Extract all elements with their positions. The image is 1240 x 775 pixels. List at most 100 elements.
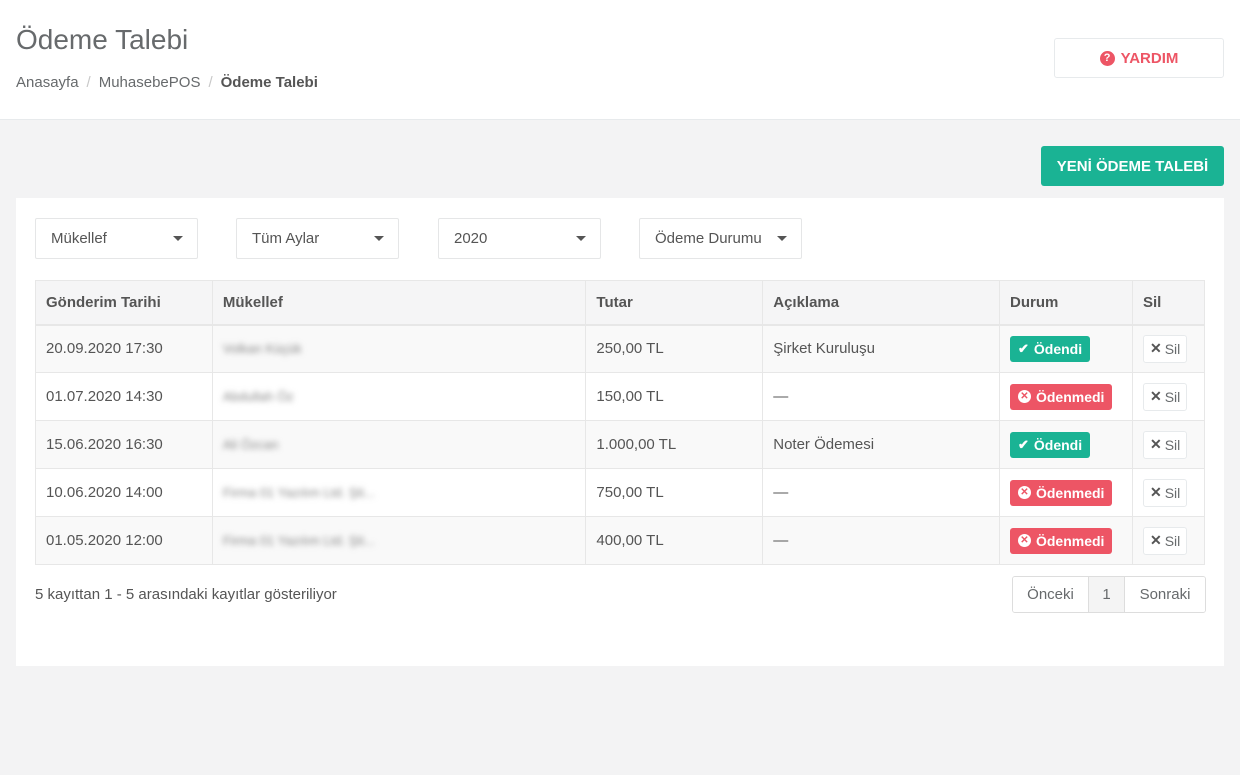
cell-status: ✔ Ödendi	[998, 324, 1133, 373]
caret-down-icon	[374, 236, 384, 241]
cell-delete: ✕ Sil	[1131, 516, 1206, 565]
cell-payer: Abdullah Öz	[211, 372, 587, 421]
delete-button[interactable]: ✕ Sil	[1142, 478, 1188, 507]
table-row: 15.06.2020 16:30 Ali Özcan 1.000,00 TL Note…	[35, 420, 1206, 469]
status-badge-label: Ödenmedi	[1035, 484, 1105, 501]
close-icon: ✕	[1149, 436, 1162, 452]
table-info-text: 5 kayıttan 1 - 5 arasındaki kayıtlar gös…	[35, 586, 337, 603]
filter-status-dropdown[interactable]: Ödeme Durumu	[639, 218, 802, 259]
delete-button-label: Sil	[1164, 532, 1181, 549]
payer-name: Firma 01 Yazılım Ltd. Şti...	[222, 485, 375, 500]
delete-button[interactable]: ✕ Sil	[1142, 382, 1188, 411]
delete-button[interactable]: ✕ Sil	[1142, 334, 1188, 363]
status-badge: ✕ Ödenmedi	[1009, 527, 1113, 554]
table-row: 01.05.2020 12:00 Firma 01 Yazılım Ltd. Şt…	[35, 516, 1206, 565]
status-badge: ✕ Ödenmedi	[1009, 479, 1113, 506]
page-header: Ödeme Talebi Anasayfa / MuhasebePOS / Öd…	[0, 0, 1240, 120]
pagination-previous-button[interactable]: Önceki	[1013, 577, 1089, 612]
cell-date: 01.05.2020 12:00	[35, 516, 213, 565]
table-row: 01.07.2020 14:30 Abdullah Öz 150,00 TL — ✕ Öd…	[35, 372, 1206, 421]
close-icon: ✕	[1149, 484, 1162, 500]
check-icon: ✔	[1017, 340, 1029, 356]
delete-button-label: Sil	[1164, 484, 1181, 501]
cell-payer: Firma 01 Yazılım Ltd. Şti...	[211, 468, 587, 517]
pagination-next-button[interactable]: Sonraki	[1125, 577, 1205, 612]
cell-payer: Volkan Küçük	[211, 324, 587, 373]
payer-name: Volkan Küçük	[222, 341, 302, 357]
table-row: 10.06.2020 14:00 Firma 01 Yazılım Ltd. Şt…	[35, 468, 1206, 517]
cell-date: 10.06.2020 14:00	[35, 468, 213, 517]
delete-button-label: Sil	[1164, 436, 1181, 453]
column-header-delete: Sil	[1131, 280, 1206, 326]
cell-amount: 150,00 TL	[585, 372, 764, 421]
filter-year-dropdown[interactable]: 2020	[438, 218, 601, 259]
cell-delete: ✕ Sil	[1131, 420, 1206, 469]
new-payment-request-button[interactable]: YENİ ÖDEME TALEBİ	[1041, 146, 1224, 186]
column-header-description[interactable]: Açıklama	[762, 280, 1000, 326]
cell-status: ✔ Ödendi	[998, 420, 1133, 469]
payer-name: Ali Özcan	[222, 437, 279, 452]
times-circle-icon: ✕	[1017, 390, 1031, 403]
column-header-payer[interactable]: Mükellef	[211, 280, 587, 326]
column-header-date[interactable]: Gönderim Tarihi	[35, 280, 213, 326]
cell-delete: ✕ Sil	[1131, 324, 1206, 373]
breadcrumb-muhasebepos[interactable]: MuhasebePOS	[99, 74, 201, 91]
breadcrumb-current: Ödeme Talebi	[220, 74, 318, 91]
cell-amount: 250,00 TL	[585, 324, 764, 373]
pagination-page-1[interactable]: 1	[1089, 577, 1125, 612]
cell-description: Şirket Kuruluşu	[762, 324, 1000, 373]
status-badge-label: Ödendi	[1033, 340, 1083, 357]
cell-date: 15.06.2020 16:30	[35, 420, 213, 469]
table-row: 20.09.2020 17:30 Volkan Küçük 250,00 TL Şir…	[35, 324, 1206, 373]
help-button[interactable]: ? YARDIM	[1054, 38, 1224, 78]
status-badge: ✔ Ödendi	[1009, 431, 1091, 458]
status-badge-label: Ödendi	[1033, 436, 1083, 453]
payer-name: Abdullah Öz	[222, 389, 294, 404]
cell-payer: Firma 01 Yazılım Ltd. Şti...	[211, 516, 587, 565]
payer-name: Firma 01 Yazılım Ltd. Şti...	[222, 533, 375, 548]
filter-month-dropdown[interactable]: Tüm Aylar	[236, 218, 399, 259]
cell-description: Noter Ödemesi	[762, 420, 1000, 469]
caret-down-icon	[173, 236, 183, 241]
cell-amount: 750,00 TL	[585, 468, 764, 517]
help-button-label: YARDIM	[1120, 49, 1179, 67]
status-badge: ✕ Ödenmedi	[1009, 383, 1113, 410]
filter-payer-dropdown[interactable]: Mükellef	[35, 218, 198, 259]
close-icon: ✕	[1149, 340, 1162, 357]
content-panel: Mükellef Tüm Aylar 2020 Ödeme Durumu Gön…	[16, 198, 1224, 666]
cell-status: ✕ Ödenmedi	[998, 468, 1133, 517]
delete-button-label: Sil	[1164, 340, 1181, 357]
delete-button[interactable]: ✕ Sil	[1142, 430, 1188, 459]
breadcrumb-separator: /	[208, 74, 213, 91]
cell-description: —	[762, 468, 1000, 517]
status-badge-label: Ödenmedi	[1035, 388, 1105, 405]
cell-status: ✕ Ödenmedi	[998, 516, 1133, 565]
delete-button[interactable]: ✕ Sil	[1142, 526, 1188, 555]
cell-delete: ✕ Sil	[1131, 468, 1206, 517]
cell-date: 20.09.2020 17:30	[35, 324, 213, 373]
column-header-amount[interactable]: Tutar	[585, 280, 764, 326]
caret-down-icon	[576, 236, 586, 241]
page-title: Ödeme Talebi	[16, 24, 189, 55]
table-header-row: Gönderim Tarihi Mükellef Tutar Açıklama …	[35, 280, 1206, 326]
breadcrumb-home[interactable]: Anasayfa	[16, 74, 79, 91]
status-badge: ✔ Ödendi	[1009, 335, 1091, 362]
payment-requests-table: Gönderim Tarihi Mükellef Tutar Açıklama …	[35, 280, 1206, 565]
close-icon: ✕	[1149, 532, 1162, 548]
cell-payer: Ali Özcan	[211, 420, 587, 469]
filter-month-label: Tüm Aylar	[252, 230, 320, 247]
filter-status-label: Ödeme Durumu	[655, 230, 762, 247]
breadcrumb: Anasayfa / MuhasebePOS / Ödeme Talebi	[16, 74, 318, 91]
question-circle-icon: ?	[1099, 50, 1115, 66]
filter-payer-label: Mükellef	[51, 230, 107, 247]
breadcrumb-separator: /	[86, 74, 91, 91]
delete-button-label: Sil	[1164, 388, 1181, 405]
cell-description: —	[762, 516, 1000, 565]
cell-amount: 400,00 TL	[585, 516, 764, 565]
column-header-status[interactable]: Durum	[998, 280, 1133, 326]
caret-down-icon	[777, 236, 787, 241]
close-icon: ✕	[1149, 388, 1162, 404]
times-circle-icon: ✕	[1017, 486, 1031, 499]
cell-amount: 1.000,00 TL	[585, 420, 764, 469]
cell-delete: ✕ Sil	[1131, 372, 1206, 421]
